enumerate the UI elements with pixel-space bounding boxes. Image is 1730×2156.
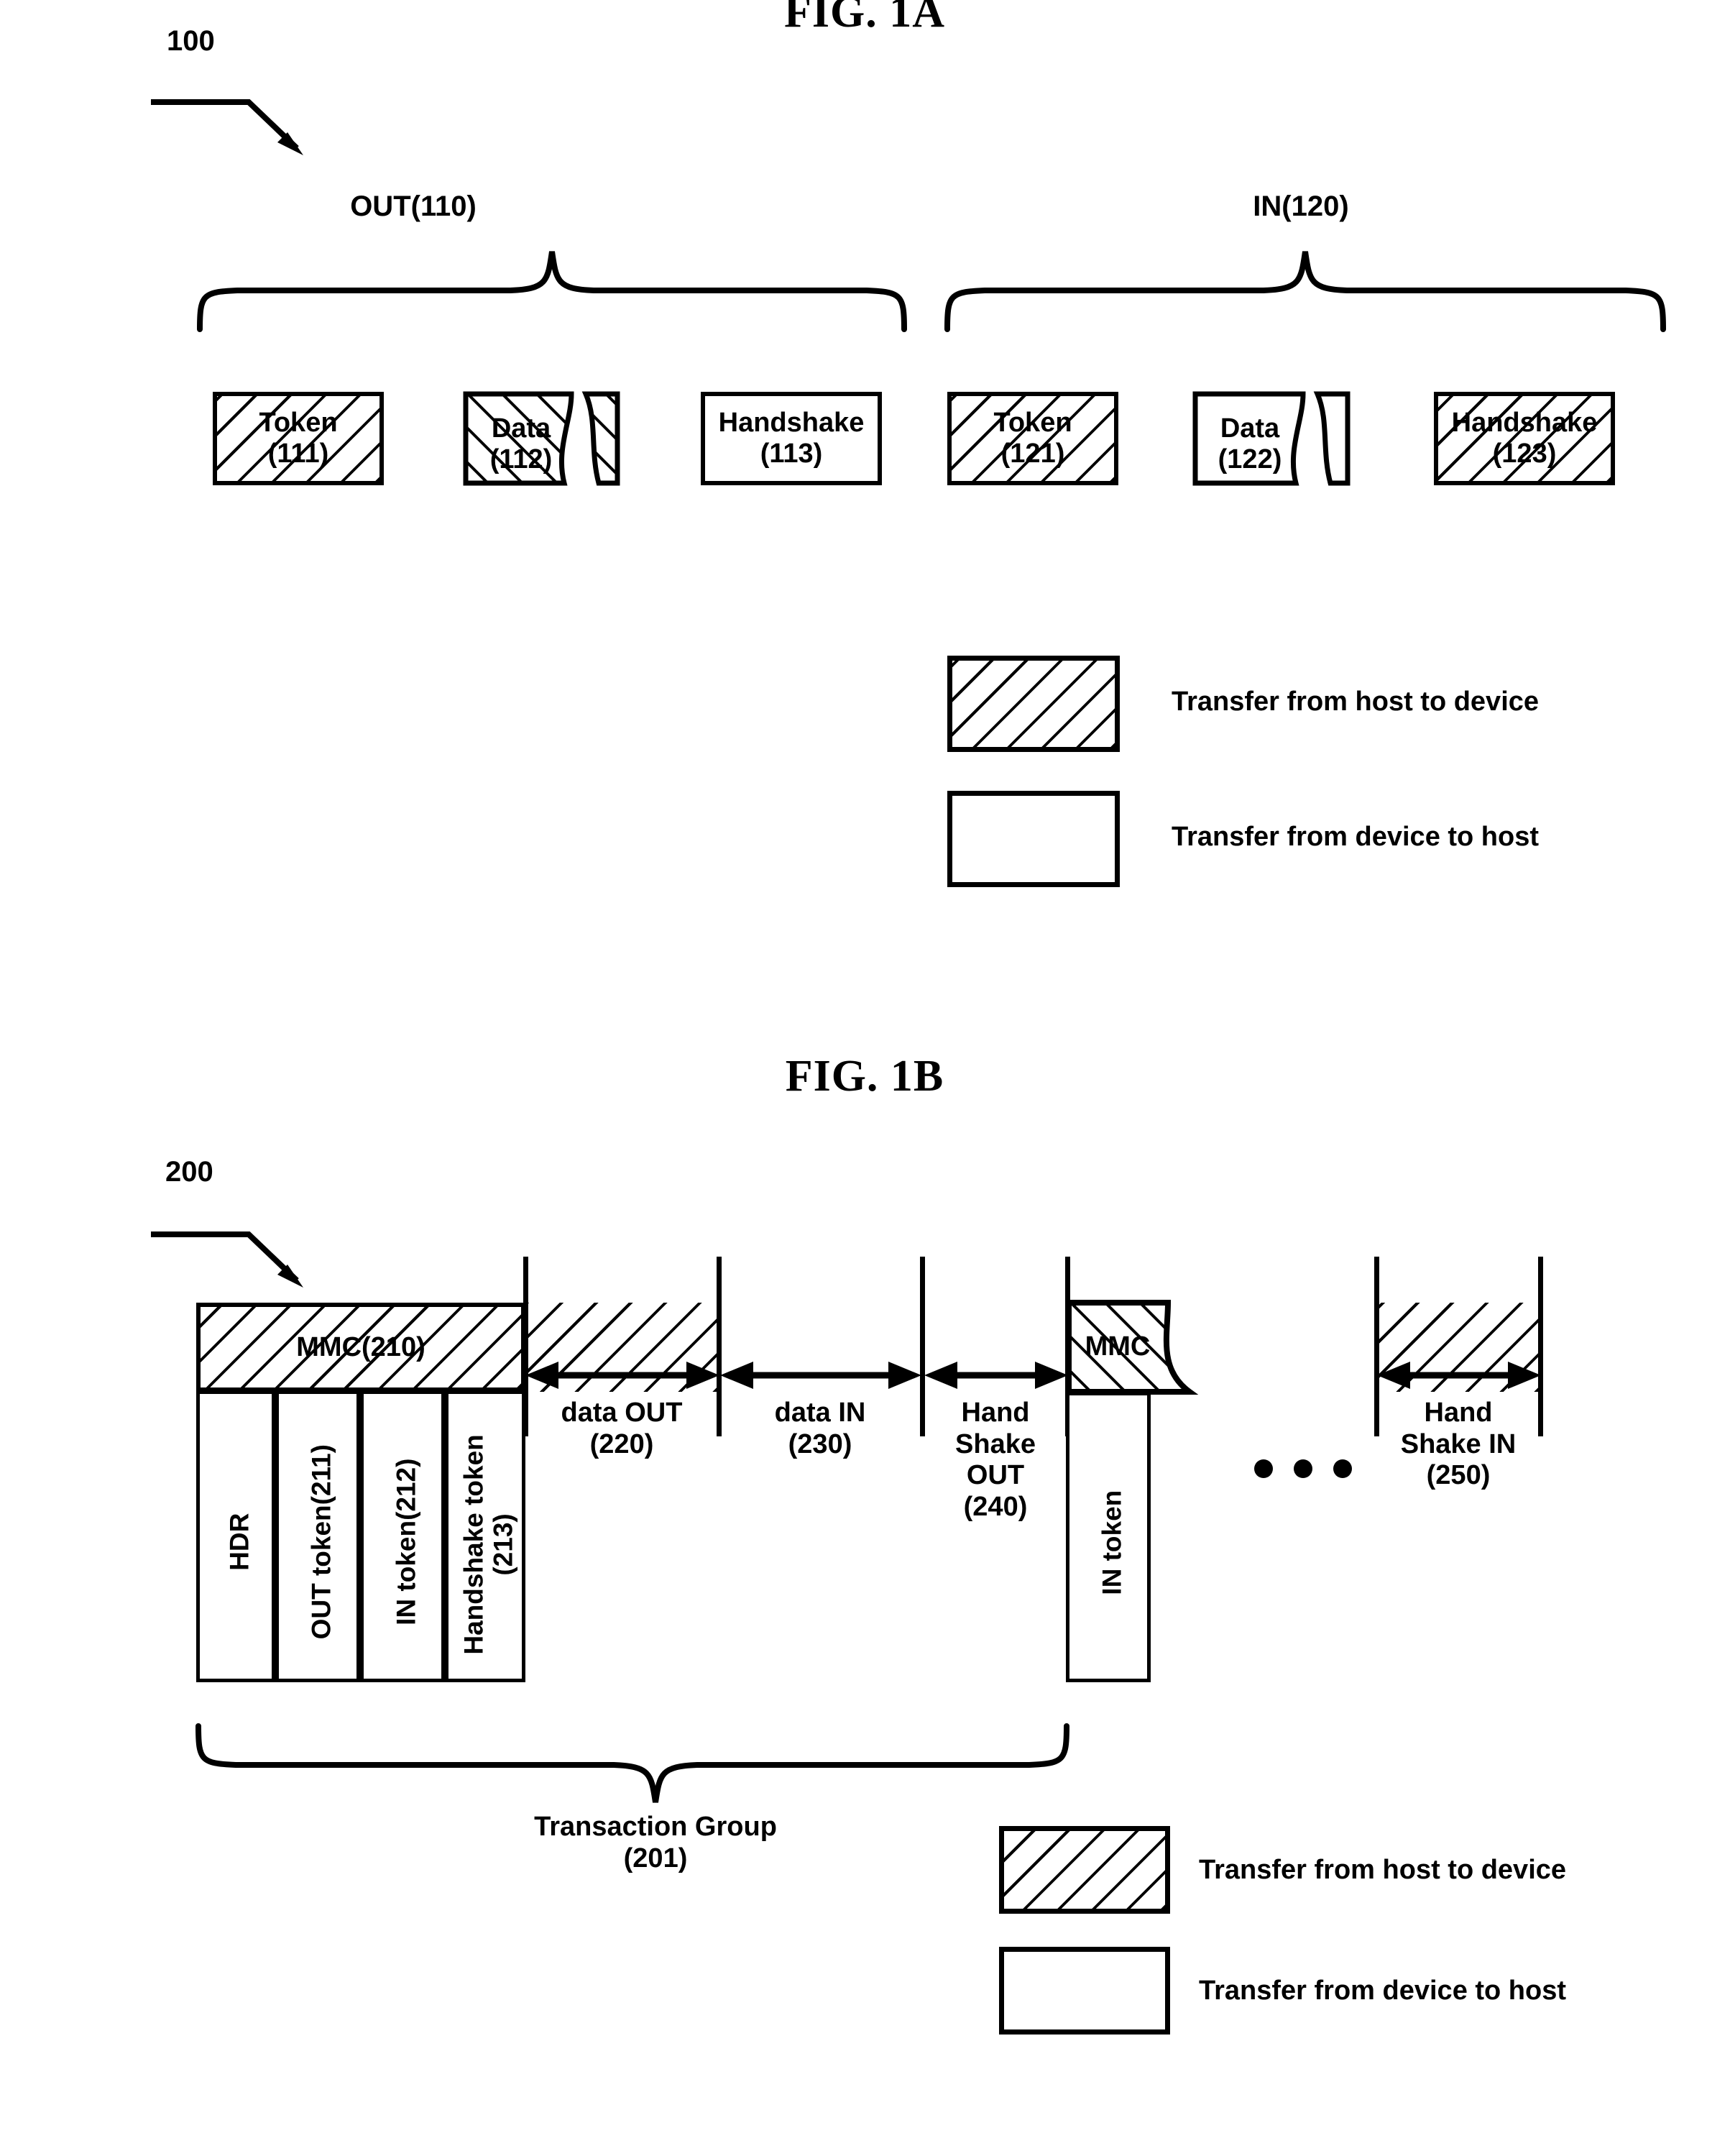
phase-arrow-handshake-in xyxy=(1377,1362,1541,1389)
phase-label-data-in: data IN (230) xyxy=(774,1398,866,1459)
phase-label-data-out: data OUT (220) xyxy=(561,1398,683,1459)
mmc-block-210-header: MMC(210) xyxy=(196,1303,525,1392)
ellipsis-dot-3 xyxy=(1333,1459,1352,1478)
figure-1a-leader-arrow xyxy=(151,99,303,155)
figure-1a-title: FIG. 1A xyxy=(784,0,945,37)
mmc-second-column-in-token: IN token xyxy=(1066,1392,1151,1682)
packet-box-token-111-label: Token (111) xyxy=(259,408,338,469)
packet-box-token-121: Token (121) xyxy=(947,392,1118,485)
mmc-column-handshake-token-213: Handshake token (213) xyxy=(445,1390,525,1682)
packet-box-token-121-label: Token (121) xyxy=(993,408,1072,469)
packet-box-token-111: Token (111) xyxy=(213,392,384,485)
figure-1b-ref-number: 200 xyxy=(165,1156,213,1188)
packet-box-data-112: Data (112) xyxy=(463,391,643,486)
group-label-out: OUT(110) xyxy=(350,191,477,222)
group-brace-out xyxy=(197,251,907,332)
legend-swatch-host-to-device-1b xyxy=(999,1826,1170,1914)
mmc-column-out-token-211-label: OUT token(211) xyxy=(306,1444,336,1640)
phase-label-handshake-out: Hand Shake OUT (240) xyxy=(955,1398,1036,1523)
packet-box-handshake-113: Handshake (113) xyxy=(701,392,882,485)
legend-label-device-to-host-1a: Transfer from device to host xyxy=(1172,822,1540,852)
packet-box-handshake-113-label: Handshake (113) xyxy=(718,408,865,469)
legend-swatch-device-to-host-1b xyxy=(999,1947,1170,2035)
mmc-second-column-in-token-label: IN token xyxy=(1097,1490,1127,1595)
phase-arrow-data-out xyxy=(525,1362,719,1389)
figure-1b-leader-arrow xyxy=(151,1231,303,1288)
packet-box-data-122-label: Data (122) xyxy=(1218,413,1282,474)
phase-label-handshake-in: Hand Shake IN (250) xyxy=(1400,1398,1517,1491)
ellipsis-dot-1 xyxy=(1254,1459,1273,1478)
packet-box-data-112-label: Data (112) xyxy=(489,413,553,474)
mmc-column-out-token-211: OUT token(211) xyxy=(275,1390,360,1682)
packet-box-handshake-123: Handshake (123) xyxy=(1434,392,1615,485)
mmc-block-second-header: MMC xyxy=(1066,1300,1210,1395)
mmc-block-210-header-label: MMC(210) xyxy=(296,1331,425,1362)
legend-label-device-to-host-1b: Transfer from device to host xyxy=(1199,1976,1567,2006)
mmc-block-second-header-label: MMC xyxy=(1085,1331,1151,1362)
legend-label-host-to-device-1b: Transfer from host to device xyxy=(1199,1855,1567,1885)
figure-1b-title: FIG. 1B xyxy=(785,1052,944,1101)
legend-swatch-host-to-device-1a xyxy=(947,656,1120,752)
packet-box-data-122: Data (122) xyxy=(1192,391,1373,486)
legend-label-host-to-device-1a: Transfer from host to device xyxy=(1172,687,1540,717)
figure-1a-ref-number: 100 xyxy=(167,25,215,57)
legend-swatch-device-to-host-1a xyxy=(947,791,1120,887)
phase-arrow-data-in xyxy=(720,1362,921,1389)
mmc-column-in-token-212: IN token(212) xyxy=(360,1390,445,1682)
transaction-group-brace xyxy=(195,1723,1069,1803)
group-brace-in xyxy=(944,251,1666,332)
group-label-in: IN(120) xyxy=(1253,191,1349,222)
phase-arrow-handshake-out xyxy=(924,1362,1068,1389)
mmc-column-handshake-token-213-label: Handshake token (213) xyxy=(459,1434,518,1655)
mmc-column-hdr-label: HDR xyxy=(224,1513,254,1571)
transaction-group-label: Transaction Group (201) xyxy=(534,1812,777,1873)
ellipsis-dot-2 xyxy=(1294,1459,1312,1478)
mmc-column-in-token-212-label: IN token(212) xyxy=(391,1458,421,1625)
packet-box-handshake-123-label: Handshake (123) xyxy=(1451,408,1598,469)
mmc-column-hdr: HDR xyxy=(196,1390,275,1682)
